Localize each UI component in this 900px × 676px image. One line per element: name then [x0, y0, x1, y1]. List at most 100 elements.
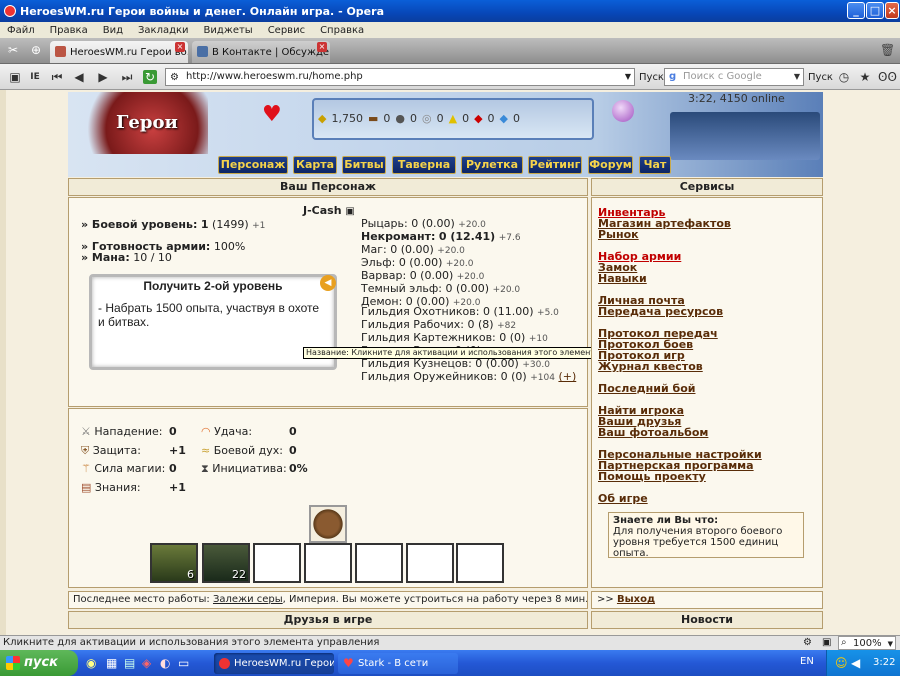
quicklaunch-icon[interactable]: ▦ — [106, 656, 117, 670]
messenger-icon[interactable]: ☺ — [835, 656, 848, 670]
nav-roulette[interactable]: Рулетка — [461, 156, 523, 174]
clock-icon[interactable]: ◷ — [837, 70, 851, 84]
zoom-control[interactable]: ⌕ 100% ▼ — [838, 636, 896, 650]
services-header: Сервисы — [591, 178, 823, 196]
forward-icon[interactable]: ▶ — [96, 70, 110, 84]
service-link[interactable]: Рынок — [598, 228, 639, 241]
trash-icon[interactable]: 🗑 — [880, 43, 895, 57]
quest-box: Получить 2-ой уровень - Набрать 1500 опы… — [89, 274, 337, 370]
row-value[interactable]: 0 (11.00) — [483, 305, 534, 318]
character-name-text: J-Cash — [303, 204, 342, 217]
tab-heroeswm[interactable]: HeroesWM.ru Герои во... × — [50, 41, 188, 63]
quicklaunch-icon[interactable]: ◐ — [160, 656, 170, 670]
army-slot-6[interactable] — [406, 543, 454, 583]
new-tab-icon[interactable]: ⊕ — [29, 43, 43, 57]
row-value[interactable]: 0 (8) — [468, 318, 494, 331]
stat-spellpower: ⚚ Сила магии: 0 — [81, 462, 177, 475]
minimize-button[interactable]: _ — [847, 2, 865, 19]
quest-text: - Набрать 1500 опыта, участвуя в охоте и… — [98, 301, 320, 329]
nav-chat[interactable]: Чат — [639, 156, 671, 174]
mana-value: 10 / 10 — [133, 251, 172, 264]
quicklaunch-icon[interactable]: ◈ — [142, 656, 151, 670]
menu-edit[interactable]: Правка — [43, 25, 96, 36]
menu-view[interactable]: Вид — [96, 25, 131, 36]
quest-arrow-icon[interactable]: ◀ — [320, 275, 336, 291]
rewind-icon[interactable]: ⏮ — [50, 70, 64, 84]
service-link[interactable]: Журнал квестов — [598, 360, 703, 373]
shield-slot-icon[interactable] — [309, 505, 347, 543]
heroes-logo[interactable]: Герои — [116, 112, 178, 133]
camera-icon[interactable]: ▣ — [822, 636, 831, 650]
nav-tavern[interactable]: Таверна — [392, 156, 456, 174]
network-icon[interactable]: ⚙ — [803, 636, 812, 650]
army-slot-3[interactable] — [253, 543, 301, 583]
reload-icon[interactable]: ↻ — [143, 70, 157, 84]
task-chat[interactable]: ♥ Stark - В сети — [338, 653, 458, 674]
work-link[interactable]: Залежи серы — [213, 594, 283, 605]
rainbow-icon: ◠ — [201, 425, 211, 438]
row-label: Темный эльф: — [361, 282, 442, 295]
menu-widgets[interactable]: Виджеты — [197, 25, 261, 36]
row-label: Эльф: — [361, 256, 396, 269]
army-slot-4[interactable] — [304, 543, 352, 583]
go-button[interactable]: Пуск — [639, 72, 664, 83]
service-link[interactable]: Ваш фотоальбом — [598, 426, 708, 439]
close-tab-icon[interactable]: × — [317, 42, 327, 52]
page-left-edge — [0, 90, 6, 635]
army-slot-1[interactable]: 6 — [150, 543, 198, 583]
menu-bookmarks[interactable]: Закладки — [131, 25, 197, 36]
menu-file[interactable]: Файл — [0, 25, 43, 36]
mana-orb-icon[interactable] — [612, 100, 634, 122]
service-link[interactable]: Помощь проекту — [598, 470, 706, 483]
nav-battles[interactable]: Битвы — [342, 156, 386, 174]
nav-forum[interactable]: Форум — [588, 156, 633, 174]
search-input[interactable]: g Поиск с Google ▼ — [664, 68, 804, 86]
army-slot-5[interactable] — [355, 543, 403, 583]
address-field[interactable]: ⚙ http://www.heroeswm.ru/home.php ▼ — [165, 68, 635, 86]
army-slot-2[interactable]: 22 — [202, 543, 250, 583]
fast-forward-icon[interactable]: ⏭ — [120, 70, 134, 84]
service-link[interactable]: Передача ресурсов — [598, 305, 723, 318]
army-count: 22 — [232, 568, 246, 581]
character-name[interactable]: J-Cash ▣ — [303, 204, 355, 217]
army-slot-7[interactable] — [456, 543, 504, 583]
start-button[interactable]: пуск — [0, 650, 78, 676]
nav-character[interactable]: Персонаж — [218, 156, 288, 174]
menu-help[interactable]: Справка — [313, 25, 372, 36]
row-label: Рыцарь: — [361, 217, 408, 230]
ie-button[interactable]: IE — [28, 70, 42, 84]
language-indicator[interactable]: EN — [800, 656, 814, 667]
tab-vkontakte[interactable]: В Контакте | Обсужде... × — [192, 41, 330, 63]
heart-icon[interactable]: ♥ — [262, 102, 282, 127]
quicklaunch-icon[interactable]: ◉ — [86, 656, 96, 670]
chat-icon[interactable]: ▣ — [345, 206, 354, 217]
nav-rating[interactable]: Рейтинг — [528, 156, 582, 174]
volume-icon[interactable]: ◀ — [851, 656, 860, 670]
service-link[interactable]: Об игре — [598, 492, 648, 505]
star-icon[interactable]: ★ — [858, 70, 872, 84]
tools-icon[interactable]: ✂ — [6, 43, 20, 57]
chevron-down-icon[interactable]: ▼ — [794, 69, 800, 85]
save-icon[interactable]: ▣ — [8, 70, 22, 84]
service-link[interactable]: Навыки — [598, 272, 647, 285]
close-button[interactable]: × — [885, 2, 899, 19]
close-tab-icon[interactable]: × — [175, 42, 185, 52]
stat-defense: ⛨ Защита: +1 — [81, 443, 186, 457]
service-link[interactable]: Последний бой — [598, 382, 695, 395]
opera-icon — [4, 5, 16, 17]
menu-tools[interactable]: Сервис — [261, 25, 313, 36]
search-go-button[interactable]: Пуск — [808, 72, 833, 83]
chevron-down-icon: ▼ — [887, 640, 893, 648]
back-icon[interactable]: ◀ — [72, 70, 86, 84]
maximize-button[interactable]: □ — [866, 2, 884, 19]
task-opera[interactable]: HeroesWM.ru Герои ... — [214, 653, 334, 674]
window-titlebar[interactable]: HeroesWM.ru Герои войны и денег. Онлайн … — [0, 0, 900, 22]
logout-link[interactable]: Выход — [617, 594, 655, 605]
quicklaunch-icon[interactable]: ▭ — [178, 656, 189, 670]
guild-expand-link[interactable]: (+) — [558, 370, 576, 383]
glasses-icon[interactable]: ʘʘ — [878, 70, 897, 84]
chevron-down-icon[interactable]: ▼ — [625, 69, 631, 85]
row-value: 0 (0.00) — [411, 217, 455, 230]
quicklaunch-icon[interactable]: ▤ — [124, 656, 135, 670]
nav-map[interactable]: Карта — [293, 156, 337, 174]
